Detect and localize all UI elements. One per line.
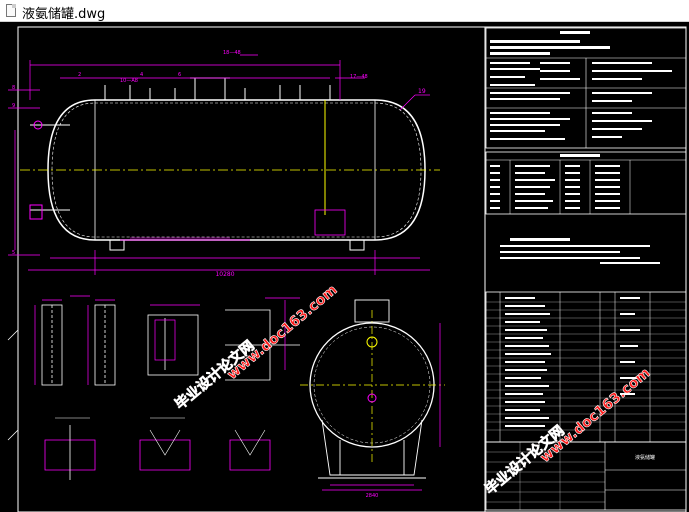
svg-text:17—48: 17—48 <box>350 74 368 80</box>
svg-text:2: 2 <box>78 72 81 78</box>
svg-text:10—A8: 10—A8 <box>120 78 138 84</box>
window-title-bar: 液氨储罐.dwg <box>0 0 689 22</box>
svg-text:8: 8 <box>12 85 15 91</box>
leader-label: 19 <box>418 88 426 95</box>
technical-data-table <box>485 27 687 149</box>
vessel-end-view: 2840 <box>300 299 445 499</box>
nozzle-table <box>485 151 687 215</box>
overall-length-dim: 10280 <box>215 271 234 278</box>
svg-text:9: 9 <box>12 103 15 109</box>
svg-text:5: 5 <box>12 250 15 256</box>
technical-notes <box>500 238 660 264</box>
title-block-name: 液氨储罐 <box>635 454 655 461</box>
svg-text:2840: 2840 <box>366 493 379 499</box>
svg-text:毕业设计论文网: 毕业设计论文网 <box>482 422 568 498</box>
watermark-left: 毕业设计论文网 www.doc163.com <box>171 282 340 414</box>
vessel-side-view: 10280 19 18—48 17—48 10—A8 8 9 5 2 4 6 <box>8 50 440 278</box>
svg-text:www.doc163.com: www.doc163.com <box>224 282 340 383</box>
window-title: 液氨储罐.dwg <box>22 7 106 22</box>
svg-text:18—48: 18—48 <box>223 50 241 56</box>
svg-text:6: 6 <box>178 72 181 78</box>
svg-text:4: 4 <box>140 72 143 78</box>
detail-views <box>7 295 300 480</box>
document-icon <box>6 4 16 17</box>
cad-drawing-canvas[interactable]: 10280 19 18—48 17—48 10—A8 8 9 5 2 4 6 2… <box>0 22 689 512</box>
watermark-right: 毕业设计论文网 www.doc163.com <box>481 365 653 499</box>
svg-text:www.doc163.com: www.doc163.com <box>537 365 653 466</box>
